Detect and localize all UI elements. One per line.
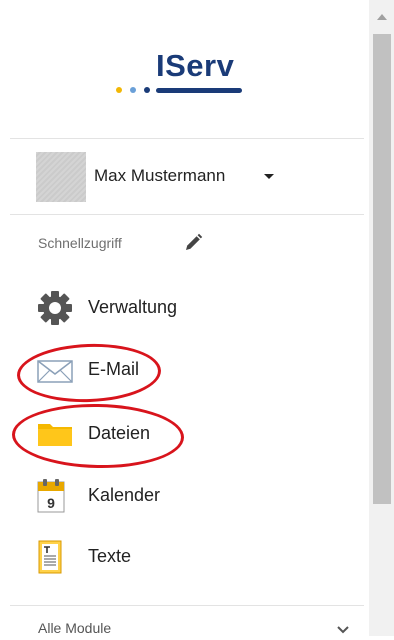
nav-label-dateien: Dateien	[88, 423, 151, 443]
calendar-icon: 9	[36, 478, 74, 514]
quick-access-heading: Schnellzugriff	[38, 235, 122, 251]
caret-down-icon	[264, 174, 274, 179]
gear-icon	[36, 290, 74, 326]
nav-label-email: E-Mail	[88, 359, 140, 379]
nav-label-verwaltung: Verwaltung	[88, 297, 178, 317]
all-modules-label: Alle Module	[38, 620, 112, 636]
logo-text: IServ	[156, 48, 235, 83]
nav-item-verwaltung[interactable]: Verwaltung	[36, 288, 336, 328]
calendar-day-number: 9	[47, 495, 55, 511]
iserv-logo[interactable]: IServ	[108, 48, 248, 98]
logo-dot-lightblue	[130, 87, 136, 93]
divider	[10, 605, 364, 606]
pencil-icon[interactable]	[182, 232, 204, 254]
logo-dot-yellow	[116, 87, 122, 93]
nav-label-kalender: Kalender	[88, 485, 161, 505]
scroll-thumb[interactable]	[373, 34, 391, 504]
user-menu[interactable]: Max Mustermann	[36, 152, 356, 202]
logo-dot-navy	[144, 87, 150, 93]
scroll-up-arrow[interactable]	[369, 0, 394, 34]
avatar	[36, 152, 86, 202]
envelope-icon	[36, 352, 74, 388]
nav-item-dateien[interactable]: Dateien	[36, 414, 336, 454]
divider	[10, 214, 364, 215]
nav-item-texte[interactable]: Texte	[36, 537, 336, 577]
all-modules-toggle[interactable]: Alle Module	[36, 618, 354, 638]
folder-icon	[36, 416, 74, 452]
nav-item-email[interactable]: E-Mail	[36, 350, 336, 390]
user-name: Max Mustermann	[94, 166, 226, 185]
sidebar: IServ Max Mustermann Schnellzugriff Verw…	[0, 0, 364, 636]
chevron-down-icon	[336, 622, 350, 640]
text-document-icon	[36, 539, 74, 575]
logo-underline	[156, 88, 242, 93]
nav-label-texte: Texte	[88, 546, 132, 566]
divider	[10, 138, 364, 139]
scrollbar[interactable]	[369, 0, 394, 636]
nav-item-kalender[interactable]: 9 Kalender	[36, 476, 336, 516]
